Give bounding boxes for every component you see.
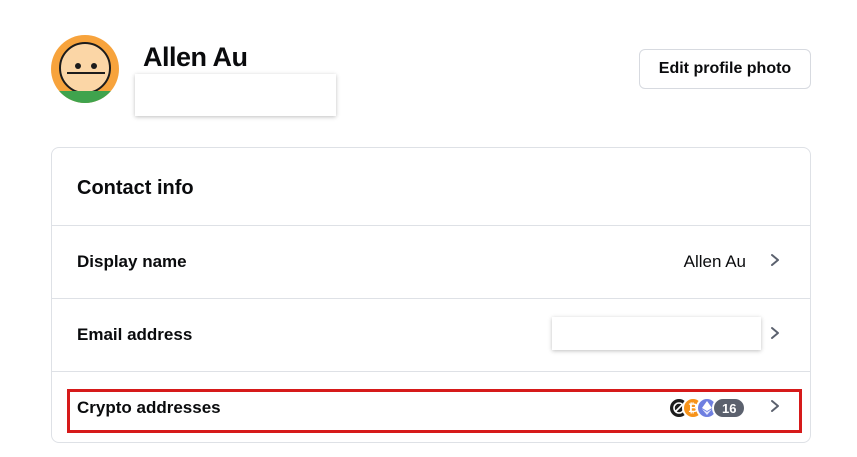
avatar-face xyxy=(59,42,111,94)
row-value: Allen Au xyxy=(683,252,746,271)
contact-info-card: Contact info Display name Allen Au Email… xyxy=(51,147,811,443)
more-coins-badge: 16 xyxy=(712,397,747,419)
avatar-mouth xyxy=(67,72,105,74)
redacted-email-value xyxy=(552,317,761,350)
card-title: Contact info xyxy=(77,177,194,199)
row-label: Crypto addresses xyxy=(77,398,221,417)
avatar-eye-left xyxy=(75,63,81,69)
row-label: Email address xyxy=(77,325,193,344)
user-name: Allen Au xyxy=(143,42,248,72)
row-label: Display name xyxy=(77,252,187,271)
display-name-row[interactable]: Display name Allen Au xyxy=(52,225,810,298)
chevron-right-icon xyxy=(771,400,779,412)
edit-profile-photo-button[interactable]: Edit profile photo xyxy=(639,49,811,89)
redacted-subtitle xyxy=(135,74,336,116)
avatar-shirt xyxy=(51,91,119,103)
chevron-right-icon xyxy=(771,254,779,266)
avatar-eye-right xyxy=(91,63,97,69)
crypto-addresses-row[interactable]: Crypto addresses ₿ 16 xyxy=(52,371,810,444)
email-address-row[interactable]: Email address xyxy=(52,298,810,371)
avatar[interactable] xyxy=(51,35,119,103)
profile-page: Allen Au Edit profile photo Contact info… xyxy=(0,0,857,457)
chevron-right-icon xyxy=(771,327,779,339)
